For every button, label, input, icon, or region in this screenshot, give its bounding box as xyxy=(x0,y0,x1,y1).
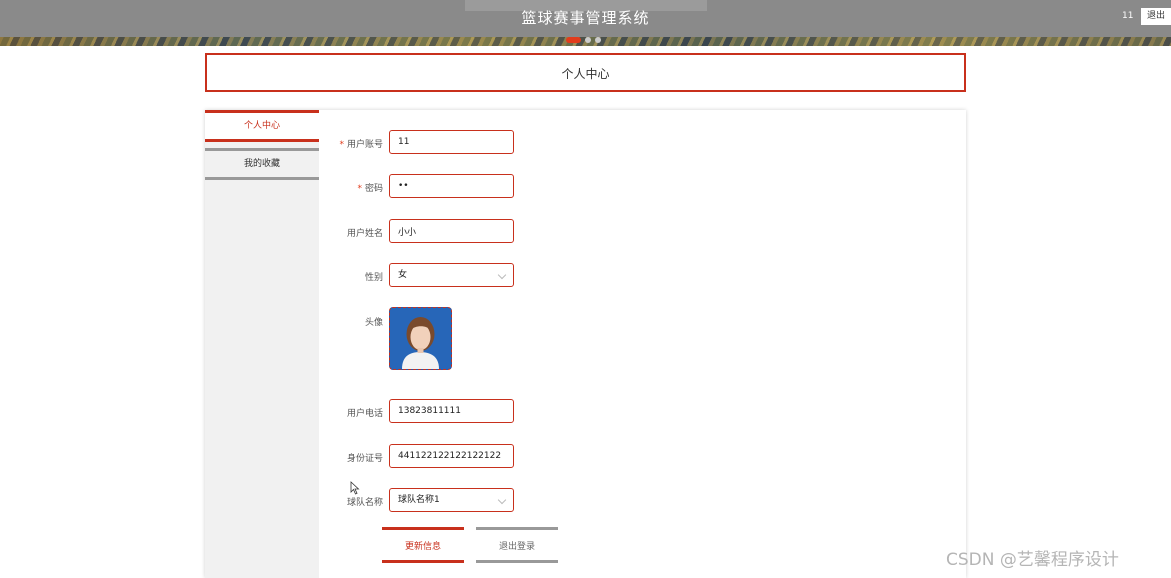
current-username: 11 xyxy=(1122,11,1134,21)
sidebar-item-favorites[interactable]: 我的收藏 xyxy=(205,148,319,180)
carousel-dot[interactable] xyxy=(595,37,601,43)
header-logout-button[interactable]: 退出 xyxy=(1141,8,1171,25)
id-number-input[interactable] xyxy=(389,444,514,468)
avatar-label: 头像 xyxy=(364,318,383,328)
site-title: 篮球赛事管理系统 xyxy=(521,9,650,27)
chevron-down-icon xyxy=(497,495,507,505)
phone-label: 用户电话 xyxy=(346,409,383,419)
gender-select[interactable]: 女 xyxy=(389,263,514,287)
watermark: CSDN @艺馨程序设计 xyxy=(946,550,1119,570)
name-input[interactable] xyxy=(389,219,514,243)
team-selected-value: 球队名称1 xyxy=(398,495,440,505)
required-mark: * xyxy=(339,140,344,150)
chevron-down-icon xyxy=(497,270,507,280)
avatar-image xyxy=(390,308,451,369)
password-label: * 密码 xyxy=(357,184,383,194)
account-input[interactable] xyxy=(389,130,514,154)
team-label: 球队名称 xyxy=(346,498,383,508)
carousel-dot-active[interactable] xyxy=(566,37,581,43)
name-label: 用户姓名 xyxy=(346,229,383,239)
update-info-button[interactable]: 更新信息 xyxy=(382,527,464,563)
gender-label: 性别 xyxy=(364,273,383,283)
gender-selected-value: 女 xyxy=(398,270,408,280)
page-title: 个人中心 xyxy=(561,67,610,81)
avatar-upload[interactable] xyxy=(389,307,452,370)
page-heading-box: 个人中心 xyxy=(205,53,966,92)
carousel-dot[interactable] xyxy=(585,37,591,43)
password-input[interactable] xyxy=(389,174,514,198)
top-navigation-bar: 篮球赛事管理系统 11 退出 xyxy=(0,0,1171,37)
team-select[interactable]: 球队名称1 xyxy=(389,488,514,512)
id-number-label: 身份证号 xyxy=(346,454,383,464)
required-mark: * xyxy=(357,184,362,194)
phone-input[interactable] xyxy=(389,399,514,423)
account-label: * 用户账号 xyxy=(339,140,383,150)
mouse-cursor-icon xyxy=(350,481,360,495)
logout-account-button[interactable]: 退出登录 xyxy=(476,527,558,563)
